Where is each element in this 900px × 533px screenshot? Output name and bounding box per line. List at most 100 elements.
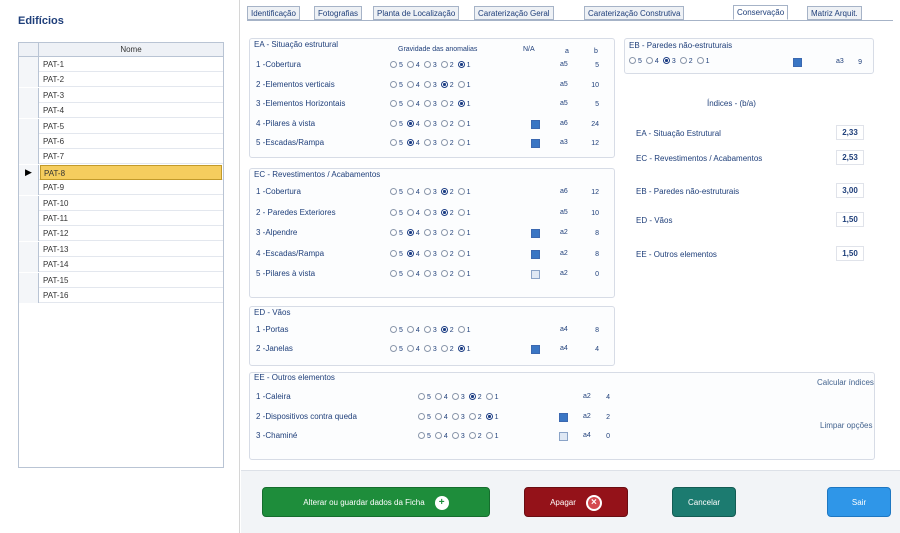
building-name-cell[interactable]: PAT-10	[43, 196, 69, 211]
row-selector[interactable]	[19, 257, 39, 273]
radio-button[interactable]	[423, 249, 431, 257]
radio-button[interactable]	[440, 188, 448, 195]
table-row[interactable]: PAT-15	[19, 272, 223, 288]
cancel-button[interactable]: Cancelar	[672, 487, 736, 517]
radio-button[interactable]	[423, 229, 431, 236]
table-row[interactable]: PAT-2	[19, 72, 223, 88]
clear-options-link[interactable]: Limpar opções	[820, 421, 872, 430]
radio-button[interactable]	[418, 393, 425, 400]
radio-button[interactable]	[468, 412, 476, 420]
radio-button[interactable]	[440, 80, 448, 88]
radio-button[interactable]	[390, 188, 397, 195]
exit-button[interactable]: Sair	[827, 487, 891, 517]
building-name-cell[interactable]: PAT-3	[43, 88, 64, 103]
row-selector[interactable]	[19, 134, 39, 149]
building-name-cell[interactable]: PAT-2	[43, 72, 64, 87]
table-row[interactable]: PAT-14	[19, 257, 223, 273]
table-row[interactable]: PAT-10	[19, 195, 223, 211]
radio-button[interactable]	[485, 432, 493, 439]
radio-button[interactable]	[406, 61, 414, 68]
row-selector[interactable]: ▶	[19, 164, 39, 180]
radio-button[interactable]	[406, 249, 414, 257]
radio-button[interactable]	[485, 393, 493, 400]
radio-button[interactable]	[406, 100, 414, 107]
column-header-name[interactable]: Nome	[39, 43, 223, 57]
radio-button[interactable]	[662, 57, 670, 64]
table-row[interactable]: ▶ PAT-8	[19, 164, 223, 180]
radio-button[interactable]	[423, 100, 431, 107]
building-name-cell[interactable]: PAT-7	[43, 149, 64, 164]
radio-button[interactable]	[390, 119, 397, 127]
radio-button[interactable]	[423, 208, 431, 216]
radio-button[interactable]	[440, 345, 448, 352]
calculate-indices-link[interactable]: Calcular índices	[817, 378, 874, 387]
tab-5[interactable]: Conservação	[733, 5, 789, 20]
radio-button[interactable]	[645, 57, 653, 64]
radio-button[interactable]	[434, 412, 442, 420]
building-name-cell[interactable]: PAT-16	[43, 288, 69, 303]
radio-button[interactable]	[390, 61, 397, 68]
row-selector[interactable]	[19, 272, 39, 288]
na-checkbox[interactable]	[531, 119, 540, 129]
radio-button[interactable]	[440, 229, 448, 236]
radio-button[interactable]	[434, 432, 442, 439]
radio-button[interactable]	[423, 326, 431, 333]
radio-button[interactable]	[418, 412, 425, 420]
row-selector[interactable]	[19, 211, 39, 226]
radio-button[interactable]	[406, 119, 414, 127]
radio-button[interactable]	[451, 393, 459, 400]
radio-button[interactable]	[696, 57, 704, 64]
table-row[interactable]: PAT-16	[19, 288, 223, 303]
radio-button[interactable]	[457, 345, 465, 352]
radio-button[interactable]	[390, 208, 397, 216]
radio-button[interactable]	[418, 432, 425, 439]
radio-button[interactable]	[434, 393, 442, 400]
table-row[interactable]: PAT-11	[19, 211, 223, 226]
radio-button[interactable]	[440, 119, 448, 127]
building-name-cell[interactable]: PAT-6	[43, 134, 64, 149]
radio-button[interactable]	[423, 119, 431, 127]
row-selector[interactable]	[19, 226, 39, 242]
row-selector[interactable]	[19, 180, 39, 196]
radio-button[interactable]	[468, 432, 476, 439]
row-selector[interactable]	[19, 57, 39, 72]
radio-button[interactable]	[406, 270, 414, 277]
radio-button[interactable]	[440, 139, 448, 146]
radio-button[interactable]	[406, 188, 414, 195]
radio-button[interactable]	[485, 412, 493, 420]
radio-button[interactable]	[451, 432, 459, 439]
radio-button[interactable]	[457, 208, 465, 216]
radio-button[interactable]	[457, 229, 465, 236]
radio-button[interactable]	[468, 393, 476, 400]
na-checkbox[interactable]	[559, 412, 568, 422]
radio-button[interactable]	[440, 100, 448, 107]
radio-button[interactable]	[390, 139, 397, 146]
row-selector[interactable]	[19, 72, 39, 88]
tab-1[interactable]: Fotografias	[314, 6, 363, 20]
radio-button[interactable]	[406, 208, 414, 216]
radio-button[interactable]	[423, 61, 431, 68]
delete-button[interactable]: Apagar ×	[524, 487, 628, 517]
radio-button[interactable]	[423, 139, 431, 146]
radio-button[interactable]	[423, 345, 431, 352]
na-checkbox[interactable]	[531, 249, 540, 259]
radio-button[interactable]	[457, 80, 465, 88]
building-name-cell[interactable]: PAT-1	[43, 57, 64, 72]
building-name-cell[interactable]: PAT-5	[43, 119, 64, 134]
na-checkbox[interactable]	[531, 229, 540, 238]
radio-button[interactable]	[390, 249, 397, 257]
row-selector[interactable]	[19, 195, 39, 211]
radio-button[interactable]	[457, 188, 465, 195]
na-checkbox[interactable]	[531, 270, 540, 279]
building-name-cell[interactable]: PAT-12	[43, 226, 69, 241]
building-name-cell[interactable]: PAT-11	[43, 211, 68, 226]
row-selector[interactable]	[19, 87, 39, 103]
row-selector[interactable]	[19, 241, 39, 257]
radio-button[interactable]	[406, 229, 414, 236]
radio-button[interactable]	[406, 139, 414, 146]
table-row[interactable]: PAT-6	[19, 134, 223, 149]
na-checkbox[interactable]	[559, 432, 568, 441]
radio-button[interactable]	[390, 270, 397, 277]
radio-button[interactable]	[423, 270, 431, 277]
building-name-cell[interactable]: PAT-14	[43, 257, 69, 272]
